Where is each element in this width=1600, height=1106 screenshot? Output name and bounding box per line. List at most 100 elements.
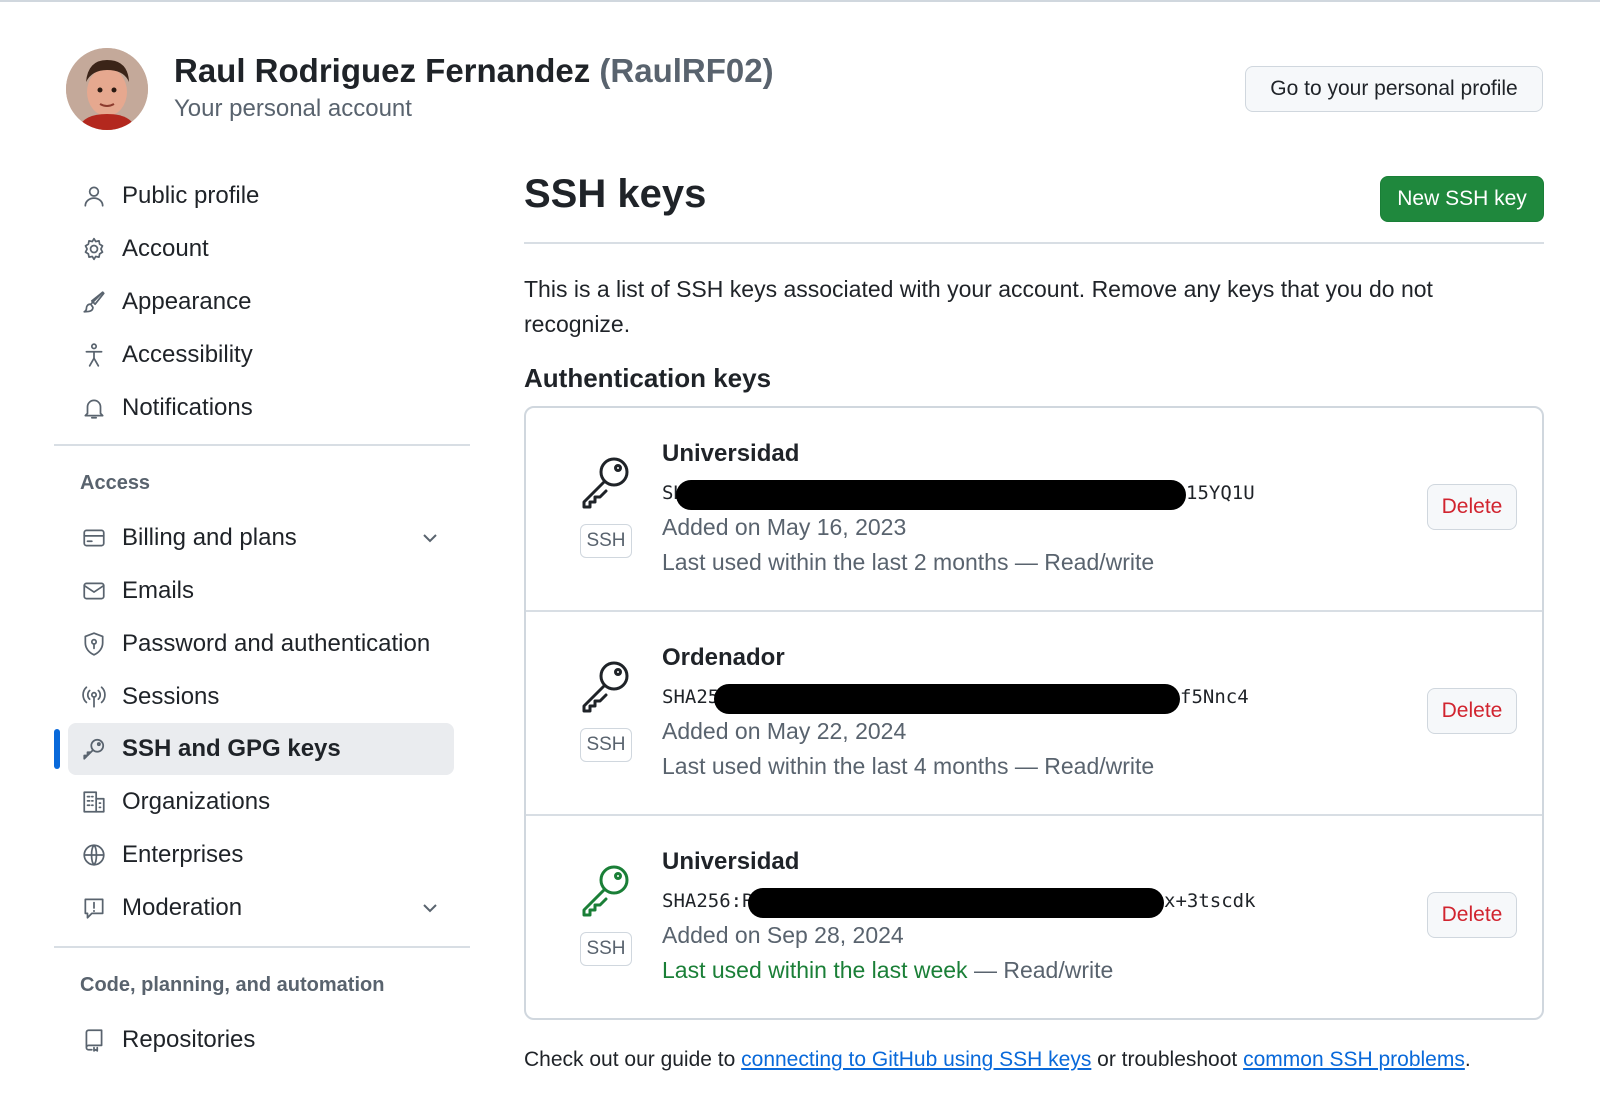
avatar-image: [66, 48, 148, 130]
ssh-key-row: SSH Universidad SH 15YQ1U Added on May 1…: [526, 408, 1542, 612]
shield-lock-icon: [80, 630, 108, 658]
key-added-date: Added on Sep 28, 2024: [662, 922, 904, 948]
personal-profile-button[interactable]: Go to your personal profile: [1245, 66, 1543, 112]
ssh-keys-list: SSH Universidad SH 15YQ1U Added on May 1…: [524, 406, 1544, 1020]
guide-prefix: Check out our guide to: [524, 1048, 742, 1071]
ssh-badge: SSH: [580, 932, 632, 966]
ssh-badge: SSH: [580, 728, 632, 762]
delete-key-button[interactable]: Delete: [1427, 892, 1517, 938]
sidebar-item-emails[interactable]: Emails: [68, 565, 454, 617]
mail-icon: [80, 577, 108, 605]
sidebar-item-label: Accessibility: [122, 341, 253, 368]
delete-key-button[interactable]: Delete: [1427, 484, 1517, 530]
bell-icon: [80, 394, 108, 422]
sidebar-item-sessions[interactable]: Sessions: [68, 671, 454, 723]
sidebar-item-label: Password and authentication: [122, 630, 431, 657]
key-icon: [576, 656, 636, 716]
sidebar-item-billing[interactable]: Billing and plans: [68, 512, 454, 564]
sidebar-item-label: Emails: [122, 577, 195, 604]
title-divider: [524, 242, 1544, 244]
key-last-used: Last used within the last 4 months — Rea…: [662, 753, 1154, 780]
sidebar-heading-code: Code, planning, and automation: [80, 974, 385, 996]
sidebar-item-label: Appearance: [122, 288, 252, 315]
redaction-bar: [714, 684, 1180, 714]
user-login: (RaulRF02): [599, 52, 774, 89]
redaction-bar: [676, 480, 1186, 510]
globe-icon: [80, 841, 108, 869]
key-title: Universidad: [662, 440, 800, 467]
gear-icon: [80, 235, 108, 263]
sidebar-item-appearance[interactable]: Appearance: [68, 276, 454, 328]
chevron-down-icon[interactable]: [418, 896, 442, 920]
guide-middle: or troubleshoot: [1091, 1048, 1244, 1071]
paintbrush-icon: [80, 288, 108, 316]
top-border: [0, 0, 1600, 2]
sidebar-heading-access: Access: [80, 472, 151, 494]
last-used-text: Last used within the last week: [662, 957, 968, 983]
user-full-name: Raul Rodriguez Fernandez: [174, 52, 591, 89]
repo-icon: [80, 1026, 108, 1054]
key-fingerprint-end: 15YQ1U: [1186, 482, 1255, 504]
sidebar-item-account[interactable]: Account: [68, 223, 454, 275]
ssh-key-row: SSH Ordenador SHA25 f5Nnc4 Added on May …: [526, 610, 1542, 814]
organization-icon: [80, 788, 108, 816]
delete-key-button[interactable]: Delete: [1427, 688, 1517, 734]
sidebar-item-moderation[interactable]: Moderation: [68, 882, 454, 934]
sidebar-item-label: Billing and plans: [122, 524, 297, 551]
ssh-key-row: SSH Universidad SHA256:R x+3tscdk Added …: [526, 814, 1542, 1018]
ssh-badge: SSH: [580, 524, 632, 558]
sidebar-item-ssh-gpg-keys[interactable]: SSH and GPG keys: [68, 723, 454, 775]
sidebar-divider: [54, 444, 470, 446]
key-last-used: Last used within the last week — Read/wr…: [662, 957, 1113, 984]
authentication-keys-heading: Authentication keys: [524, 363, 772, 393]
person-icon: [80, 182, 108, 210]
key-fingerprint-end: x+3tscdk: [1164, 890, 1256, 912]
key-title: Ordenador: [662, 644, 785, 671]
report-icon: [80, 894, 108, 922]
user-name: Raul Rodriguez Fernandez (RaulRF02): [174, 52, 774, 90]
sidebar-divider: [54, 946, 470, 948]
sidebar-item-label: SSH and GPG keys: [122, 735, 341, 762]
intro-text: This is a list of SSH keys associated wi…: [524, 276, 1433, 337]
key-added-date: Added on May 16, 2023: [662, 514, 907, 540]
sidebar-item-password-auth[interactable]: Password and authentication: [68, 618, 454, 670]
key-fingerprint-start: SHA25: [662, 686, 720, 708]
sidebar-item-organizations[interactable]: Organizations: [68, 776, 454, 828]
key-icon: [576, 860, 636, 920]
access-level: — Read/write: [1008, 549, 1155, 575]
sidebar-item-label: Organizations: [122, 788, 271, 815]
sidebar-item-public-profile[interactable]: Public profile: [68, 170, 454, 222]
sidebar-item-label: Public profile: [122, 182, 260, 209]
sidebar-item-notifications[interactable]: Notifications: [68, 382, 454, 434]
redaction-bar: [748, 888, 1164, 918]
chevron-down-icon[interactable]: [418, 526, 442, 550]
access-level: — Read/write: [967, 957, 1114, 983]
key-icon: [80, 735, 108, 763]
ssh-troubleshoot-link[interactable]: common SSH problems: [1243, 1048, 1465, 1071]
sidebar-item-enterprises[interactable]: Enterprises: [68, 829, 454, 881]
sidebar-item-label: Enterprises: [122, 841, 244, 868]
key-fingerprint-start: SHA256:R: [662, 890, 754, 912]
ssh-guide-note: Check out our guide to connecting to Git…: [524, 1048, 1471, 1072]
sidebar-item-repositories[interactable]: Repositories: [68, 1014, 454, 1066]
avatar[interactable]: [66, 48, 148, 130]
key-icon: [576, 452, 636, 512]
sidebar-item-label: Repositories: [122, 1026, 256, 1053]
new-ssh-key-button[interactable]: New SSH key: [1380, 176, 1544, 222]
ssh-guide-link[interactable]: connecting to GitHub using SSH keys: [741, 1048, 1091, 1071]
accessibility-icon: [80, 341, 108, 369]
key-last-used: Last used within the last 2 months — Rea…: [662, 549, 1154, 576]
sidebar-item-accessibility[interactable]: Accessibility: [68, 329, 454, 381]
key-title: Universidad: [662, 848, 800, 875]
broadcast-icon: [80, 683, 108, 711]
sidebar-item-label: Moderation: [122, 894, 243, 921]
last-used-text: Last used within the last 2 months: [662, 549, 1009, 575]
sidebar-item-label: Sessions: [122, 683, 220, 710]
last-used-text: Last used within the last 4 months: [662, 753, 1009, 779]
sidebar-item-label: Notifications: [122, 394, 253, 421]
access-level: — Read/write: [1008, 753, 1155, 779]
key-fingerprint-end: f5Nnc4: [1180, 686, 1249, 708]
active-indicator: [54, 729, 60, 769]
account-subtitle: Your personal account: [174, 95, 412, 122]
page-title: SSH keys: [524, 172, 707, 216]
